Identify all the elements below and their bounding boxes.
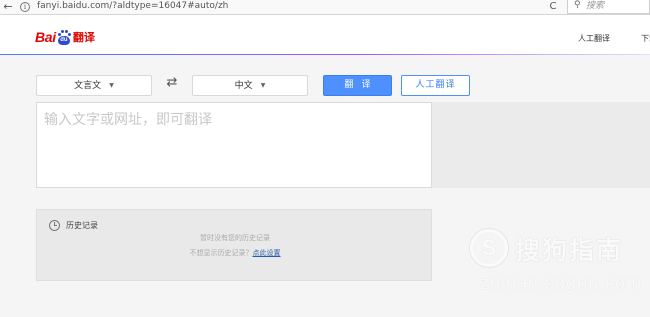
browser-search-input[interactable]: [586, 0, 646, 12]
source-language-select[interactable]: 文言文 ▼: [36, 75, 152, 96]
translation-output-panel: [432, 102, 650, 188]
browser-address-bar: ← i fanyi.baidu.com/?aldtype=16047#auto/…: [0, 0, 650, 15]
sogou-watermark: 搜狗指南 zhinan.sogou.com: [470, 229, 650, 299]
chevron-down-icon: ▼: [109, 82, 114, 89]
sogou-logo-icon: [470, 229, 508, 267]
clock-icon: [49, 220, 60, 231]
nav-human-translation[interactable]: 人工翻译: [578, 33, 610, 44]
browser-search-box[interactable]: ⚲: [567, 0, 650, 14]
reload-icon[interactable]: C: [546, 0, 560, 14]
baidu-fanyi-logo[interactable]: Bai du 翻译: [35, 27, 95, 47]
target-language-select[interactable]: 中文 ▼: [192, 75, 308, 96]
target-language-label: 中文: [234, 81, 253, 91]
history-hint-text: 不想显示历史记录？: [189, 249, 253, 257]
history-title: 历史记录: [66, 221, 98, 230]
logo-bai-text: Bai: [35, 29, 56, 45]
url-field[interactable]: i fanyi.baidu.com/?aldtype=16047#auto/zh: [17, 0, 562, 14]
info-icon[interactable]: i: [20, 2, 30, 12]
watermark-cn-text: 搜狗指南: [515, 236, 624, 265]
history-settings-link[interactable]: 点此设置: [253, 249, 281, 257]
back-arrow-icon[interactable]: ←: [2, 0, 14, 14]
history-panel: 历史记录 暂时没有您的历史记录 不想显示历史记录？点此设置: [36, 209, 432, 281]
paw-icon: du: [57, 29, 71, 45]
logo-du-text: du: [57, 35, 70, 45]
source-language-label: 文言文: [74, 81, 102, 91]
watermark-en-text: zhinan.sogou.com: [480, 273, 643, 293]
history-hint: 不想显示历史记录？点此设置: [37, 248, 433, 258]
site-header: [0, 15, 650, 55]
swap-languages-icon[interactable]: ⇄: [163, 76, 181, 92]
header-divider: [0, 54, 650, 55]
search-icon: ⚲: [574, 0, 581, 10]
history-empty-text: 暂时没有您的历史记录: [200, 234, 270, 242]
source-text-panel: [36, 102, 432, 188]
human-translate-button[interactable]: 人工翻译: [401, 75, 470, 96]
chevron-down-icon: ▼: [260, 82, 266, 89]
logo-fanyi-text: 翻译: [72, 31, 95, 44]
nav-download[interactable]: 下载: [641, 33, 650, 44]
url-text: fanyi.baidu.com/?aldtype=16047#auto/zh: [37, 1, 229, 11]
source-text-input[interactable]: [37, 103, 431, 187]
translate-button[interactable]: 翻译: [323, 75, 392, 96]
